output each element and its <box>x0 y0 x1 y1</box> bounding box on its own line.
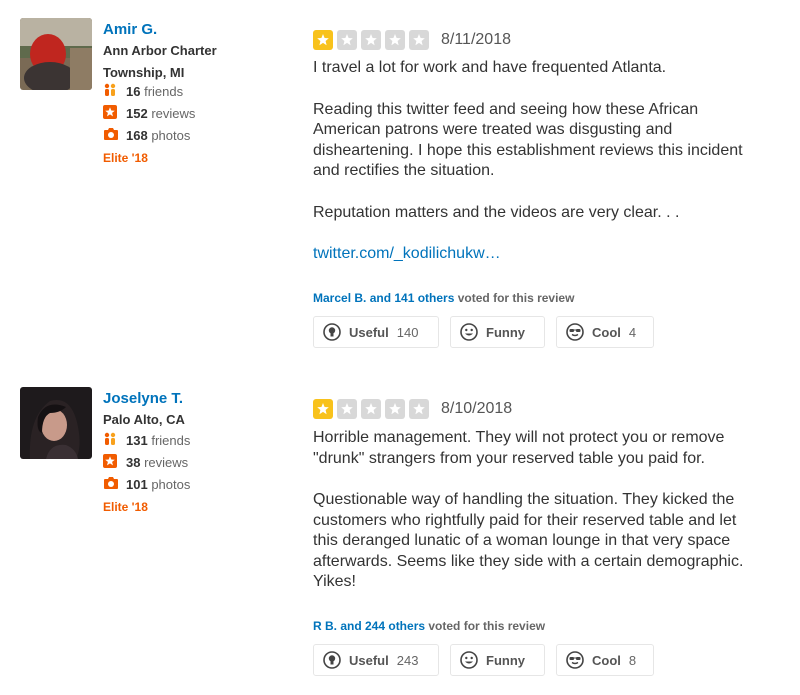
user-location: Palo Alto, CA <box>103 412 185 427</box>
reviews-stat: 38 reviews <box>103 453 188 473</box>
friends-stat: 131 friends <box>103 431 190 451</box>
cool-count: 8 <box>628 652 637 668</box>
star-icon <box>385 399 405 419</box>
review-text: Horrible management. They will not prote… <box>313 428 763 593</box>
photos-label: photos <box>151 477 191 492</box>
cool-button[interactable]: Cool 8 <box>556 644 654 676</box>
friends-icon <box>103 432 120 452</box>
review-date: 8/10/2018 <box>441 400 513 417</box>
star-icon <box>361 399 381 419</box>
star-icon <box>409 399 429 419</box>
review-item: Joselyne T. Palo Alto, CA 131 friends 38… <box>0 0 800 695</box>
star-rating <box>313 399 429 419</box>
sunglasses-icon <box>566 651 584 669</box>
elite-badge[interactable]: Elite '18 <box>103 500 148 514</box>
review-paragraph: Horrible management. They will not prote… <box>313 429 725 467</box>
funny-button[interactable]: Funny <box>450 644 545 676</box>
funny-label: Funny <box>486 652 525 668</box>
avatar[interactable] <box>20 387 92 459</box>
vote-summary: R B. and 244 others voted for this revie… <box>313 619 545 633</box>
smiley-icon <box>460 651 478 669</box>
star-icon <box>337 399 357 419</box>
reviews-label: reviews <box>144 455 189 470</box>
voted-text: voted for this review <box>428 619 546 633</box>
useful-count: 243 <box>396 652 419 668</box>
star-icon <box>313 399 333 419</box>
photos-count: 101 <box>126 477 148 492</box>
friends-label: friends <box>151 433 191 448</box>
photos-stat: 101 photos <box>103 475 190 495</box>
friends-count: 131 <box>126 433 148 448</box>
useful-button[interactable]: Useful 243 <box>313 644 439 676</box>
useful-label: Useful <box>349 652 389 668</box>
camera-icon <box>103 476 120 496</box>
lightbulb-icon <box>323 651 341 669</box>
voters-link[interactable]: R B. and 244 others <box>313 619 425 633</box>
cool-label: Cool <box>592 652 621 668</box>
review-star-icon <box>103 453 120 474</box>
user-name[interactable]: Joselyne T. <box>103 390 183 407</box>
review-paragraph: Questionable way of handling the situati… <box>313 491 744 590</box>
reviews-count: 38 <box>126 455 141 470</box>
